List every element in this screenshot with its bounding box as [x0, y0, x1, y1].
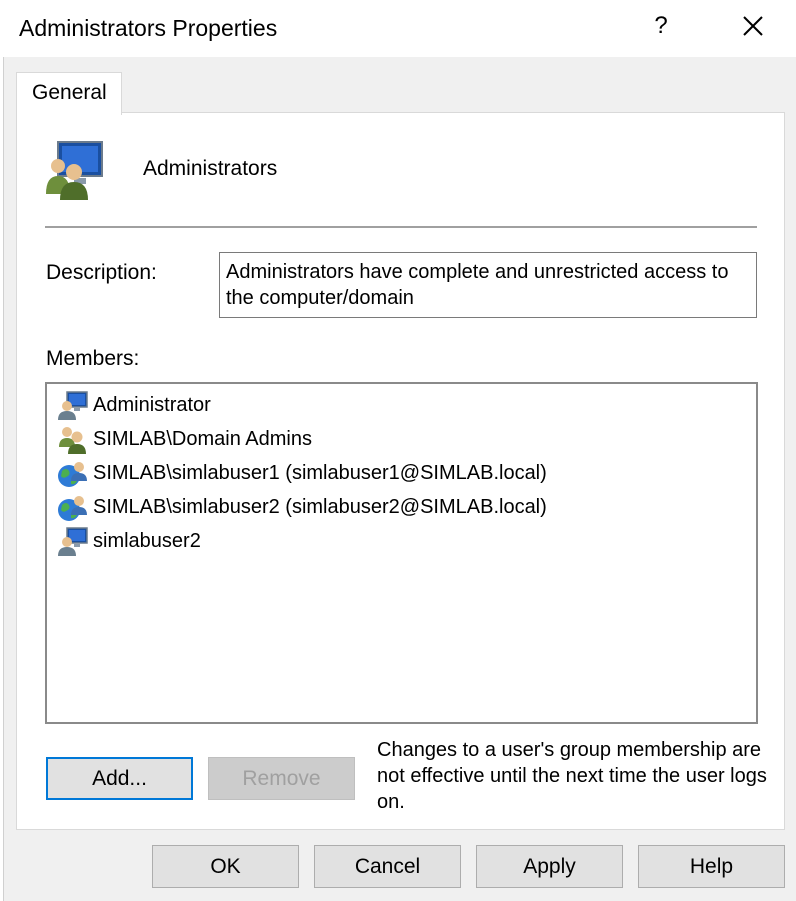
members-label: Members: [46, 347, 140, 370]
member-name: SIMLAB\Domain Admins [93, 427, 312, 450]
list-item[interactable]: SIMLAB\simlabuser2 (simlabuser2@SIMLAB.l… [57, 490, 547, 524]
membership-note: Changes to a user's group membership are… [377, 739, 767, 813]
members-list[interactable]: Administrator SIMLAB\Domain Admins SIMLA… [45, 382, 758, 724]
user-group-icon [46, 141, 103, 200]
group-icon [59, 427, 86, 454]
tab-general-label: General [32, 81, 107, 104]
window-title: Administrators Properties [19, 15, 278, 41]
local-user-icon [58, 527, 88, 556]
help-dialog-button[interactable]: Help [638, 845, 785, 888]
title-bar[interactable]: Administrators Properties ? [3, 0, 796, 57]
domain-user-icon [58, 496, 87, 521]
list-item[interactable]: SIMLAB\simlabuser1 (simlabuser1@SIMLAB.l… [57, 456, 547, 490]
background-window-edge [0, 0, 4, 901]
list-item[interactable]: Administrator [57, 388, 211, 422]
group-name: Administrators [143, 157, 278, 180]
separator [45, 226, 757, 228]
close-icon[interactable] [735, 8, 771, 44]
list-item[interactable]: SIMLAB\Domain Admins [57, 422, 312, 456]
description-label: Description: [46, 261, 157, 284]
member-name: SIMLAB\simlabuser2 (simlabuser2@SIMLAB.l… [93, 495, 547, 518]
member-name: Administrator [93, 393, 211, 416]
list-item[interactable]: simlabuser2 [57, 524, 201, 558]
member-name: simlabuser2 [93, 529, 201, 552]
help-button[interactable]: ? [651, 12, 671, 40]
tab-general[interactable]: General [16, 72, 122, 115]
ok-button[interactable]: OK [152, 845, 299, 888]
apply-button[interactable]: Apply [476, 845, 623, 888]
domain-user-icon [58, 462, 87, 487]
description-field[interactable]: Administrators have complete and unrestr… [219, 252, 757, 318]
remove-button[interactable]: Remove [208, 757, 355, 800]
local-user-icon [58, 391, 88, 420]
cancel-button[interactable]: Cancel [314, 845, 461, 888]
member-name: SIMLAB\simlabuser1 (simlabuser1@SIMLAB.l… [93, 461, 547, 484]
add-button[interactable]: Add... [46, 757, 193, 800]
